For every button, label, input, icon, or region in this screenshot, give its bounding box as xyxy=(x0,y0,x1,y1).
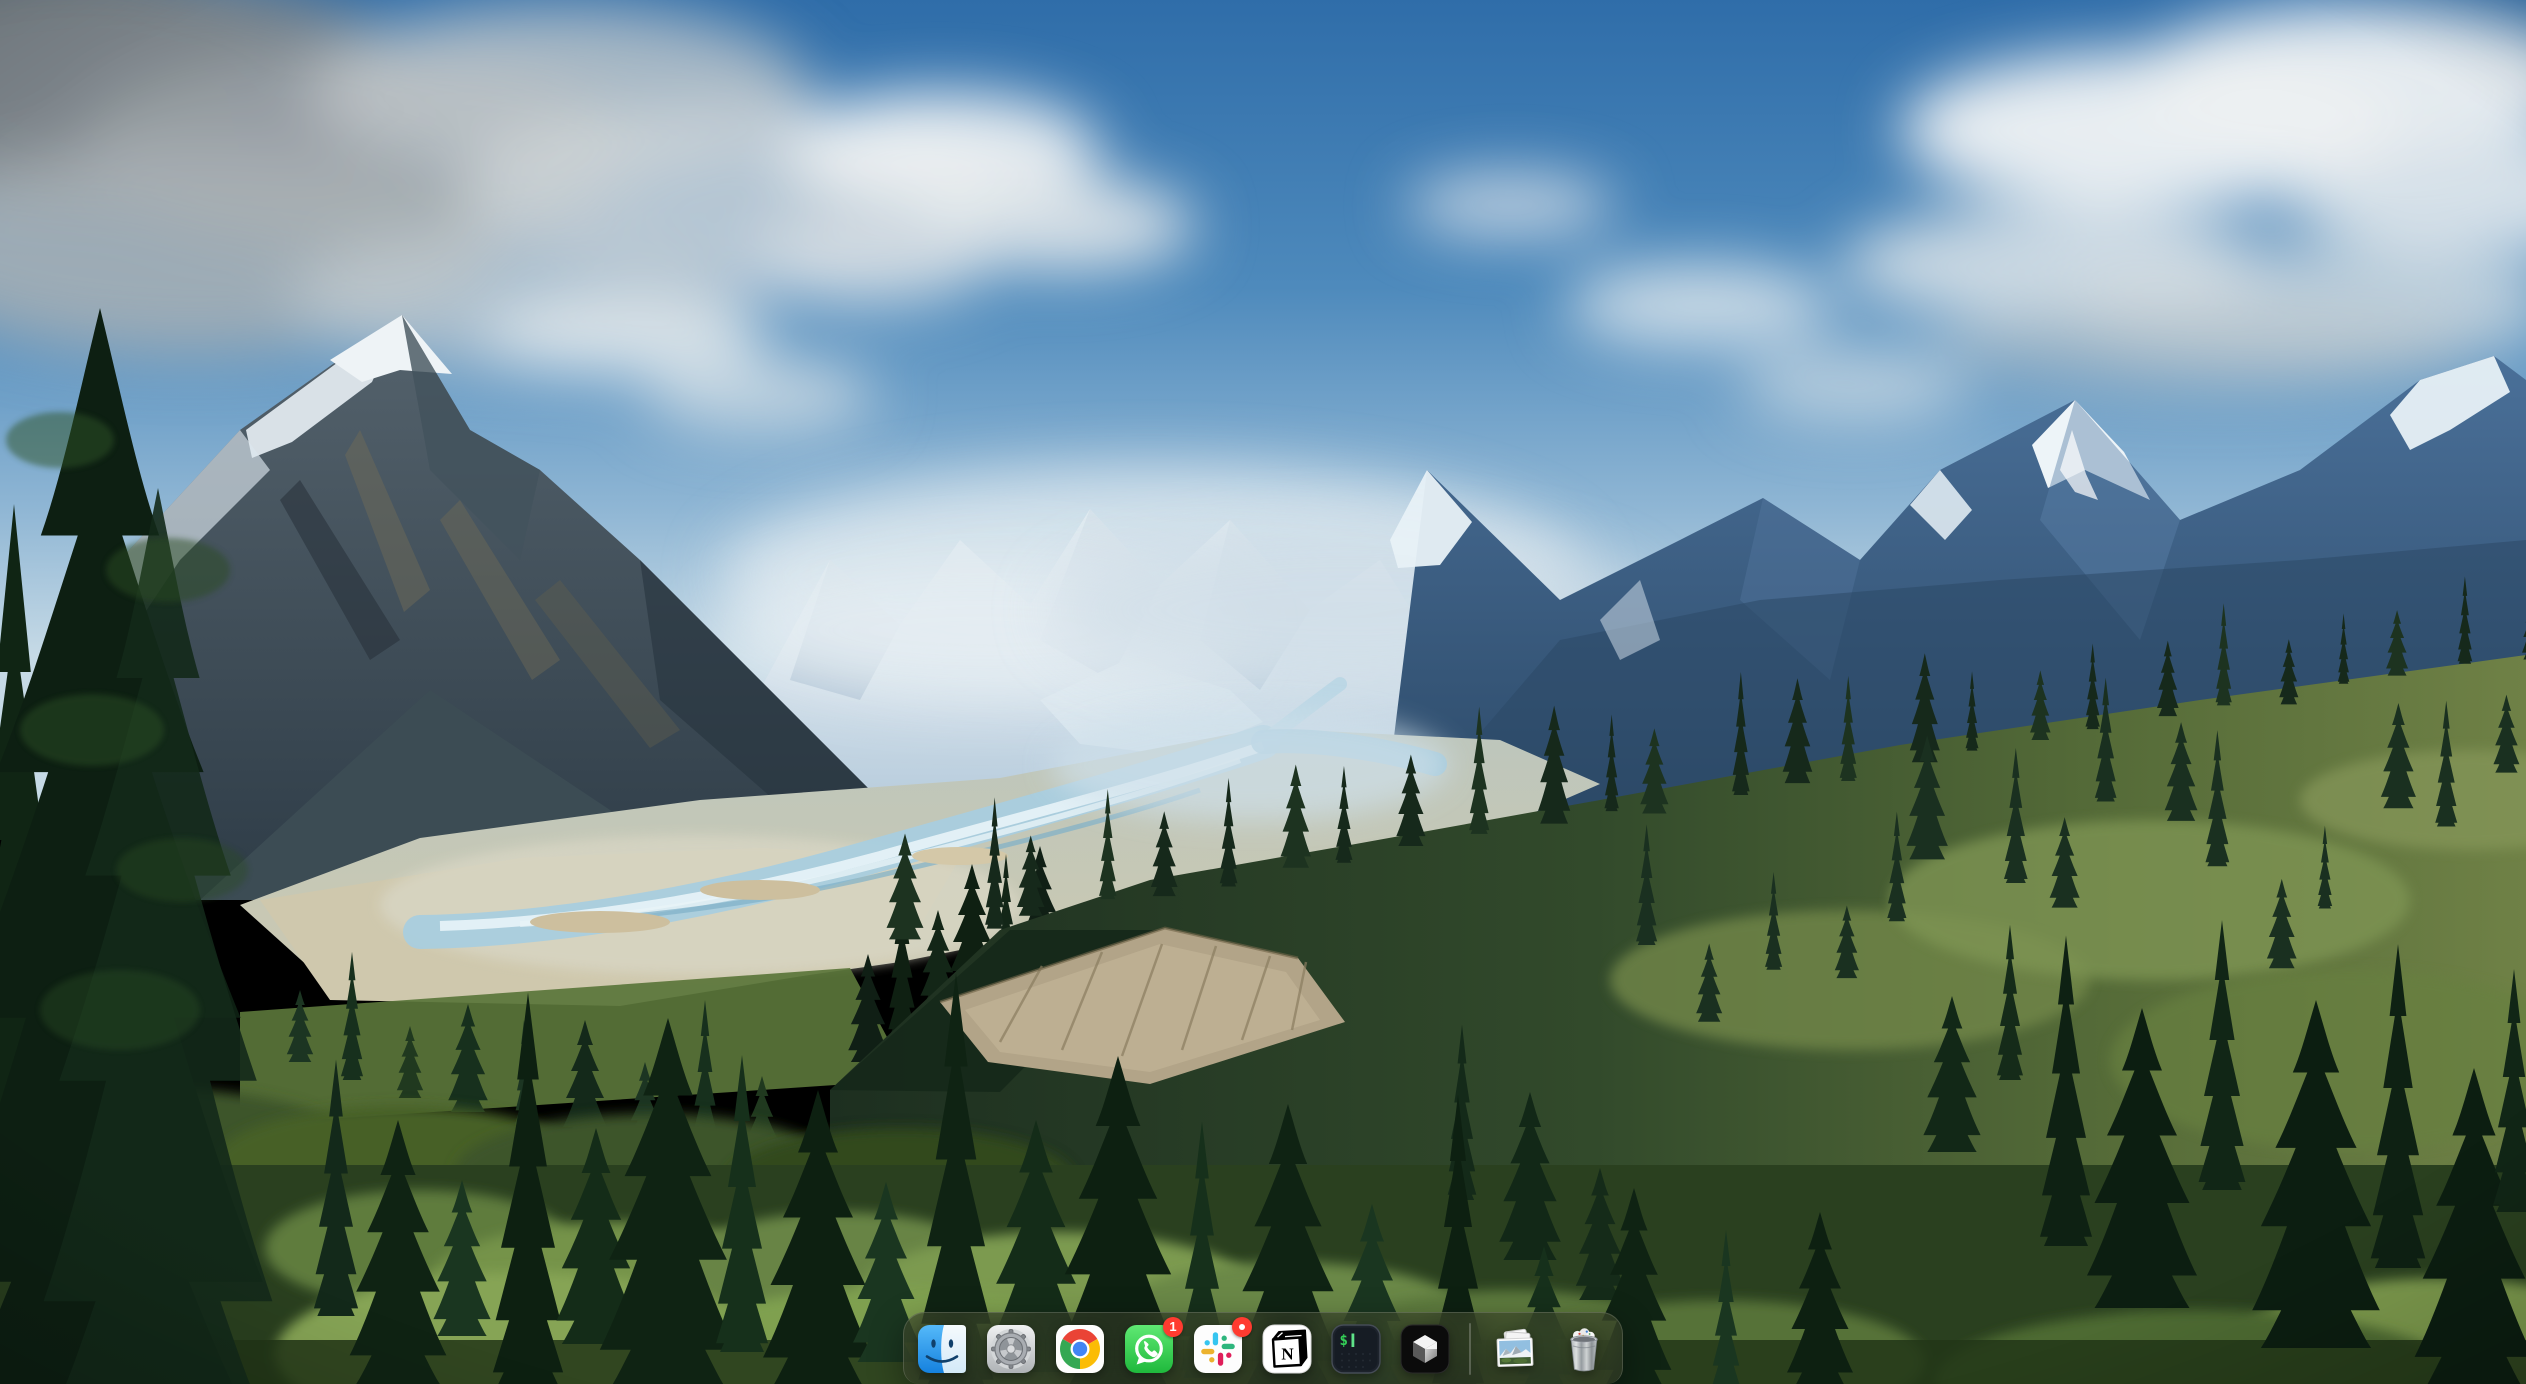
dock-item-cursor[interactable] xyxy=(1400,1324,1450,1374)
slack-badge xyxy=(1232,1317,1252,1337)
dock-item-whatsapp[interactable]: 1 xyxy=(1124,1324,1174,1374)
dock-item-finder[interactable] xyxy=(917,1324,967,1374)
cursor-cube-icon xyxy=(1400,1324,1450,1374)
whatsapp-badge: 1 xyxy=(1163,1317,1183,1337)
finder-icon xyxy=(917,1324,967,1374)
dock-item-terminal[interactable]: $ xyxy=(1331,1324,1381,1374)
dock-item-notion[interactable]: N xyxy=(1262,1324,1312,1374)
terminal-prompt: $ xyxy=(1340,1333,1348,1349)
desktop: 1 N $ xyxy=(0,0,2526,1384)
notion-letter: N xyxy=(1281,1344,1294,1363)
terminal-icon: $ xyxy=(1331,1324,1381,1374)
notion-icon: N xyxy=(1262,1324,1312,1374)
terminal-cursor xyxy=(1352,1333,1355,1347)
dock: 1 N $ xyxy=(903,1312,1623,1384)
dock-item-system-settings[interactable] xyxy=(986,1324,1036,1374)
desktop-wallpaper xyxy=(0,0,2526,1384)
vignette xyxy=(0,0,2526,1384)
chrome-icon xyxy=(1055,1324,1105,1374)
dock-item-trash[interactable] xyxy=(1559,1324,1609,1374)
dock-item-downloads-stack[interactable] xyxy=(1490,1324,1540,1374)
gear-icon xyxy=(986,1324,1036,1374)
dock-item-chrome[interactable] xyxy=(1055,1324,1105,1374)
documents-stack-icon xyxy=(1490,1324,1540,1374)
dock-item-slack[interactable] xyxy=(1193,1324,1243,1374)
dock-separator xyxy=(1469,1323,1471,1375)
trash-full-icon xyxy=(1559,1324,1609,1374)
